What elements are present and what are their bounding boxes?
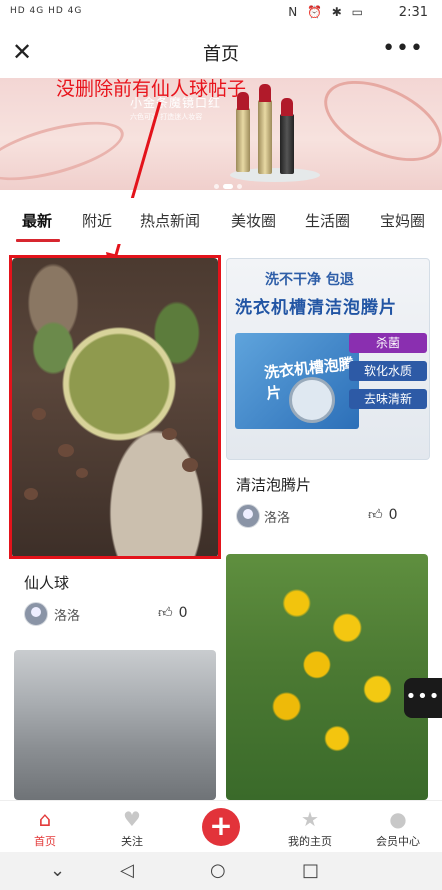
status-bar: HD 4G HD 4G N ⏰ ✱ ▭ 2:31: [0, 0, 442, 28]
ad-tag: 软化水质: [349, 361, 427, 381]
home-circle-icon[interactable]: ○: [210, 860, 226, 881]
thumb-up-icon: 👍︎: [368, 507, 383, 523]
post-title: 清洁泡腾片: [236, 476, 312, 494]
nav-label: 我的主页: [288, 835, 332, 848]
active-tab-indicator: [16, 239, 60, 242]
lipstick-image: [280, 98, 294, 174]
post-image[interactable]: [226, 554, 428, 800]
more-icon[interactable]: •••: [382, 36, 424, 61]
page-title: 首页: [203, 44, 239, 65]
category-tabs: 最新 附近 热点新闻 美妆圈 生活圈 宝妈圈: [0, 198, 442, 244]
clock: 2:31: [398, 5, 428, 20]
tab-latest[interactable]: 最新: [22, 210, 52, 231]
like-count: 0: [388, 507, 398, 523]
post-author[interactable]: 洛洛: [54, 605, 80, 624]
post-card[interactable]: [226, 554, 430, 800]
ribbon-decoration: [0, 109, 130, 190]
ribbon-decoration: [311, 78, 442, 178]
title-bar: ✕ 首页 •••: [0, 28, 442, 78]
thumb-up-icon: 👍︎: [158, 605, 173, 621]
nav-label: 首页: [34, 835, 56, 848]
tab-hot-news[interactable]: 热点新闻: [140, 210, 200, 231]
product-box: 洗衣机槽泡腾片: [235, 333, 359, 429]
star-icon: ★: [301, 807, 319, 831]
annotation-highlight-box: [9, 255, 221, 559]
post-title: 仙人球: [24, 574, 70, 592]
floating-more-button[interactable]: •••: [404, 678, 442, 718]
like-button[interactable]: 👍︎ 0: [368, 506, 398, 523]
nav-label: 关注: [121, 835, 143, 848]
nav-my-page[interactable]: ★ 我的主页: [270, 801, 350, 849]
home-icon: ⌂: [38, 807, 52, 831]
post-author[interactable]: 洛洛: [264, 507, 290, 526]
washer-drum-icon: [289, 377, 335, 423]
lipstick-image: [258, 84, 272, 174]
back-icon[interactable]: ◁: [120, 860, 134, 881]
post-image[interactable]: 洗不干净 包退 洗衣机槽清洁泡腾片 洗衣机槽泡腾片 杀菌 软化水质 去味清新: [226, 258, 430, 460]
tab-beauty[interactable]: 美妆圈: [231, 210, 276, 231]
post-card[interactable]: [14, 650, 218, 800]
ad-headline: 洗不干净 包退: [265, 272, 354, 288]
nav-follow[interactable]: ♥ 关注: [92, 801, 172, 849]
tab-moms[interactable]: 宝妈圈: [380, 210, 425, 231]
carousel-dots: [214, 174, 246, 190]
banner-subtitle: 六色可选 打造迷人妆容: [130, 113, 203, 121]
lipstick-image: [236, 92, 250, 172]
annotation-text: 没删除前有仙人球帖子: [56, 78, 247, 100]
post-card[interactable]: 洗不干净 包退 洗衣机槽清洁泡腾片 洗衣机槽泡腾片 杀菌 软化水质 去味清新 清…: [226, 258, 430, 538]
recents-icon[interactable]: □: [302, 860, 319, 881]
heart-icon: ♥: [123, 807, 141, 831]
system-nav-bar: ⌄ ◁ ○ □: [0, 852, 442, 890]
post-image[interactable]: [14, 650, 216, 800]
ad-tag: 杀菌: [349, 333, 427, 353]
like-count: 0: [178, 605, 188, 621]
avatar[interactable]: [24, 602, 48, 626]
avatar[interactable]: [236, 504, 260, 528]
like-button[interactable]: 👍︎ 0: [158, 604, 188, 621]
status-icons: N ⏰ ✱ ▭: [288, 5, 366, 19]
nav-home[interactable]: ⌂ 首页: [5, 801, 85, 849]
nav-label: 会员中心: [376, 835, 420, 848]
ad-tag: 去味清新: [349, 389, 427, 409]
tab-life[interactable]: 生活圈: [305, 210, 350, 231]
nav-member-center[interactable]: ● 会员中心: [358, 801, 438, 849]
chevron-down-icon[interactable]: ⌄: [50, 860, 65, 881]
ad-product-name: 洗衣机槽清洁泡腾片: [235, 298, 397, 318]
user-icon: ●: [389, 807, 407, 831]
signal-icons: HD 4G HD 4G: [10, 6, 83, 16]
add-post-button[interactable]: +: [202, 808, 240, 846]
tab-nearby[interactable]: 附近: [82, 210, 112, 231]
